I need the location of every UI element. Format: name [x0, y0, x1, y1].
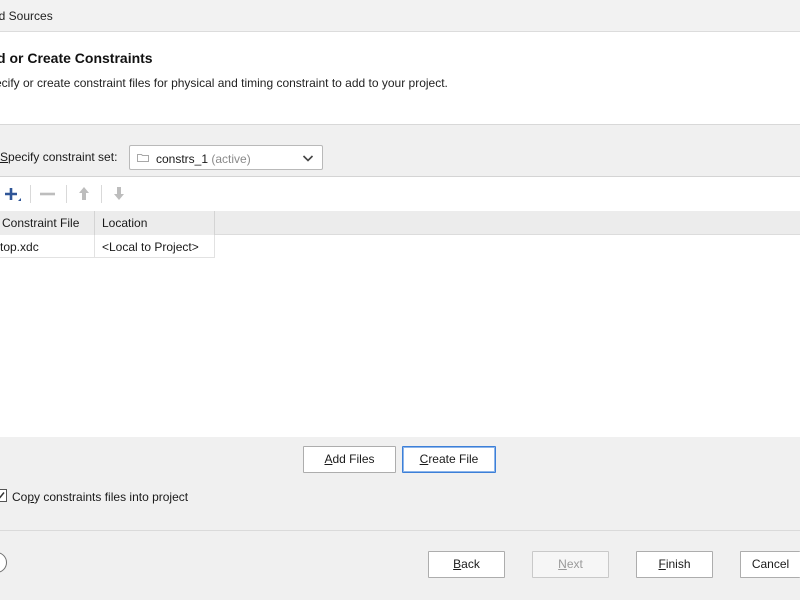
table-row[interactable]: top.xdc <Local to Project> [0, 235, 215, 258]
cancel-button[interactable]: Cancel [740, 551, 800, 578]
constraint-files-table: Constraint File Location top.xdc <Local … [0, 211, 800, 437]
folder-icon [137, 154, 149, 162]
finish-button[interactable]: Finish [636, 551, 713, 578]
move-down-button[interactable] [108, 183, 130, 205]
copy-constraints-label[interactable]: Copy constraints files into project [12, 490, 188, 504]
arrow-down-icon [114, 187, 124, 200]
footer-divider [0, 530, 800, 531]
page-title: d or Create Constraints [0, 50, 153, 66]
next-button[interactable]: Next [532, 551, 609, 578]
move-up-button[interactable] [73, 183, 95, 205]
constraint-set-label: Specify constraint set: [0, 150, 118, 164]
toolbar-separator [101, 185, 102, 203]
page-subtitle: ecify or create constraint files for phy… [0, 76, 448, 90]
column-header-constraint-file[interactable]: Constraint File [0, 211, 95, 235]
help-button[interactable] [0, 552, 7, 573]
minus-icon [40, 192, 55, 196]
toolbar-separator [66, 185, 67, 203]
column-header-location[interactable]: Location [95, 211, 215, 235]
create-file-button[interactable]: Create File [402, 446, 496, 473]
arrow-up-icon [79, 187, 89, 200]
copy-constraints-checkbox[interactable] [0, 489, 7, 502]
window-title: dd Sources [0, 9, 53, 23]
back-button[interactable]: Back [428, 551, 505, 578]
constraint-set-dropdown[interactable]: constrs_1 (active) [129, 145, 323, 170]
cell-location: <Local to Project> [95, 235, 215, 258]
wizard-header: d or Create Constraints ecify or create … [0, 32, 800, 125]
table-header: Constraint File Location [0, 211, 800, 235]
add-files-button[interactable]: Add Files [303, 446, 396, 473]
add-button[interactable] [1, 183, 23, 205]
cell-constraint-file: top.xdc [0, 235, 95, 258]
checkmark-icon [0, 492, 5, 499]
title-bar: dd Sources [0, 0, 800, 32]
remove-button[interactable] [37, 183, 59, 205]
constraint-set-value: constrs_1 (active) [156, 152, 251, 166]
chevron-down-icon [302, 155, 314, 162]
table-toolbar [0, 177, 800, 211]
toolbar-separator [30, 185, 31, 203]
constraint-files-panel: Constraint File Location top.xdc <Local … [0, 176, 800, 437]
plus-icon [5, 188, 21, 201]
